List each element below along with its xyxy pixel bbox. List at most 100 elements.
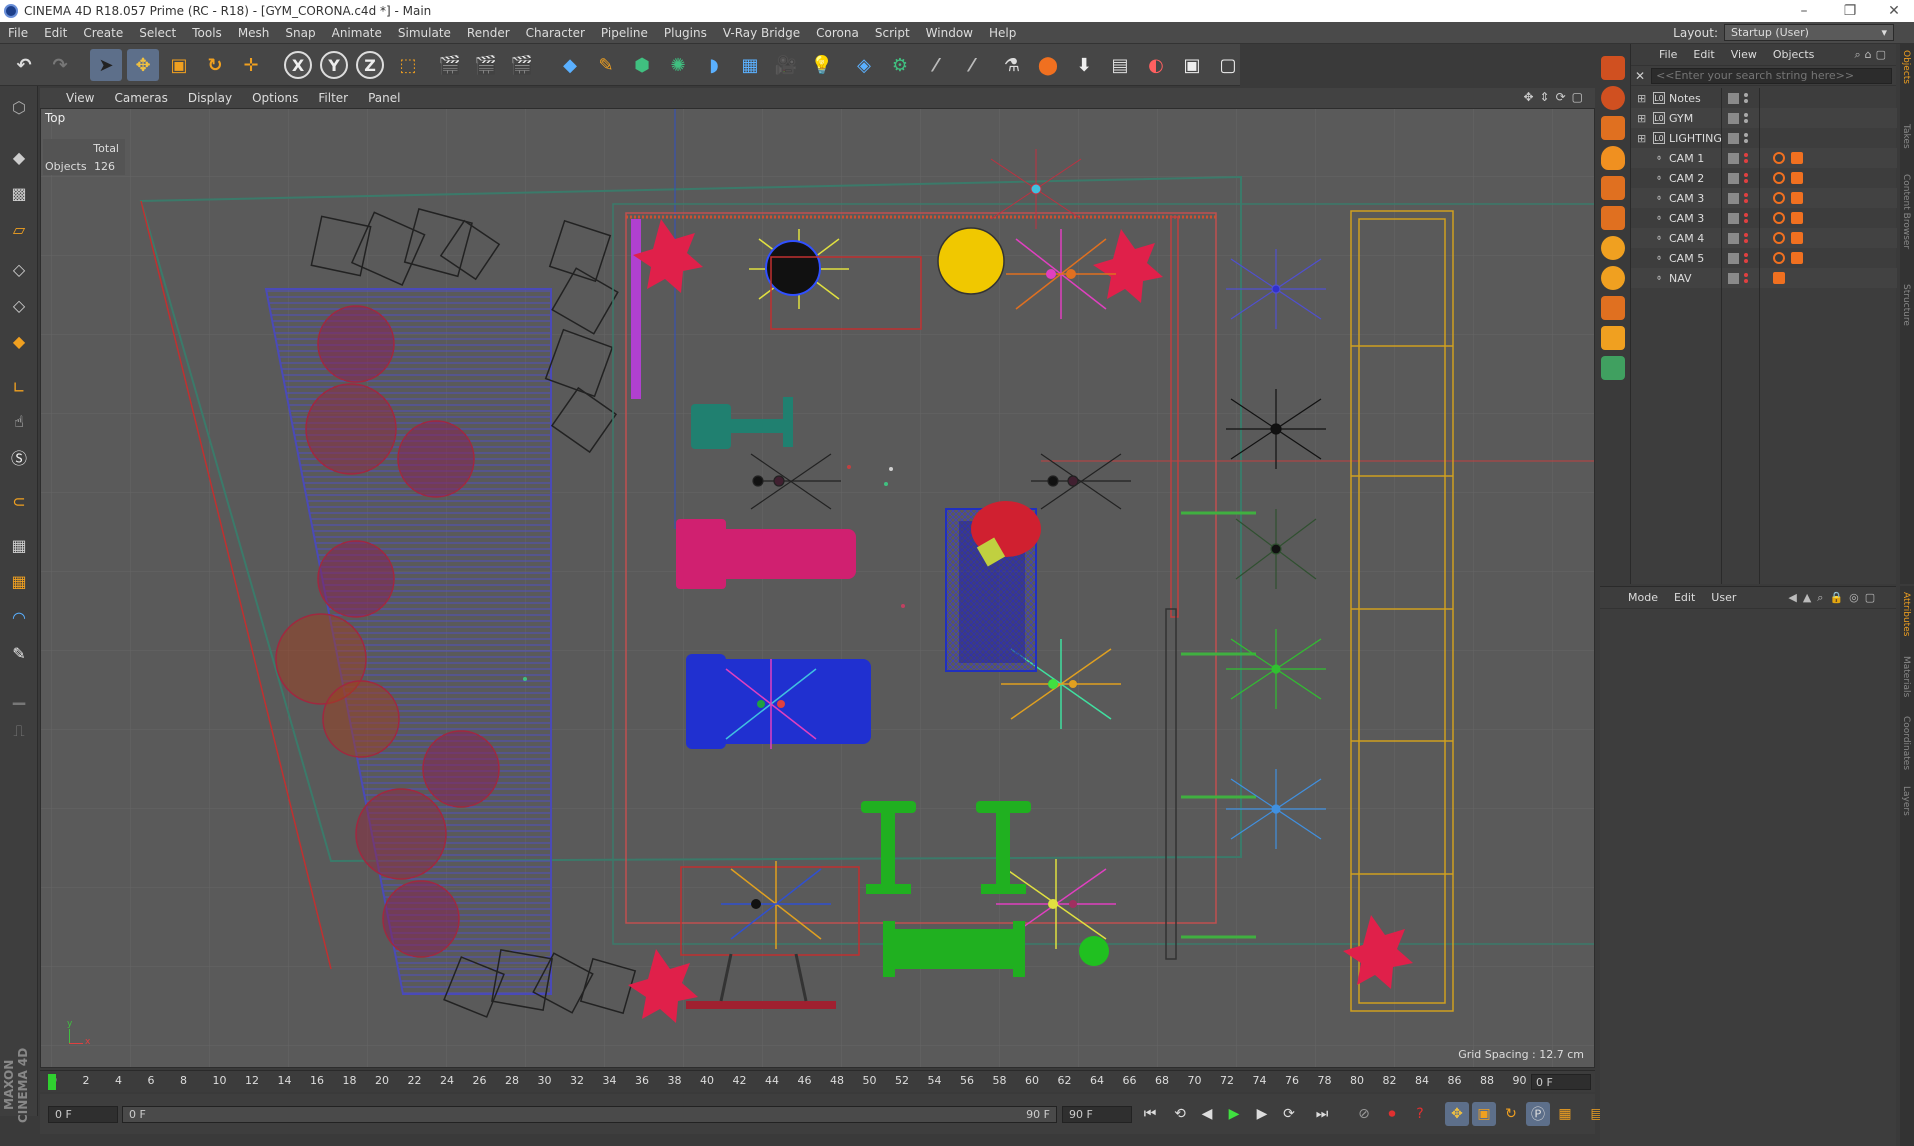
corona-camera-tag-icon[interactable]: [1791, 192, 1803, 204]
goto-end-icon[interactable]: ⏭: [1310, 1102, 1334, 1126]
tab-content-browser[interactable]: Content Browser: [1901, 174, 1911, 249]
om-menu-objects[interactable]: Objects: [1773, 48, 1815, 61]
sculpt-icon[interactable]: ◠: [3, 602, 35, 632]
visibility-dot-icon[interactable]: [1744, 233, 1748, 237]
visibility-dot-icon[interactable]: [1744, 139, 1748, 143]
am-menu-user[interactable]: User: [1711, 591, 1736, 604]
object-row[interactable]: ⌽ CAM 4: [1631, 228, 1897, 248]
timeline-ruler[interactable]: 0246810121416182022242628303234363840424…: [40, 1070, 1595, 1092]
key-scale-icon[interactable]: ▣: [1472, 1102, 1496, 1126]
viewport-camera-label[interactable]: Top: [45, 111, 65, 125]
layer-toggle-icon[interactable]: [1728, 92, 1739, 104]
corona-interactive-icon[interactable]: [1601, 86, 1625, 110]
expand-icon[interactable]: ⊞: [1637, 92, 1646, 105]
tag-icon[interactable]: [1773, 272, 1785, 284]
layer-toggle-icon[interactable]: [1728, 152, 1739, 164]
corona-render-icon[interactable]: ⬇: [1068, 49, 1100, 81]
object-row[interactable]: ⌽ CAM 3: [1631, 208, 1897, 228]
y-axis-lock-button[interactable]: Y: [320, 51, 348, 79]
vp-menu-options[interactable]: Options: [242, 91, 308, 105]
solo-mode-icon[interactable]: Ⓢ: [3, 442, 35, 472]
menu-window[interactable]: Window: [918, 26, 981, 40]
restore-icon[interactable]: ❐: [1830, 0, 1870, 22]
visibility-dot-icon[interactable]: [1744, 219, 1748, 223]
frame-range-slider[interactable]: 0 F 90 F: [122, 1106, 1057, 1123]
expand-icon[interactable]: ⊞: [1637, 112, 1646, 125]
corona-sky-icon[interactable]: [1601, 266, 1625, 290]
key-parameter-icon[interactable]: Ⓟ: [1526, 1102, 1550, 1126]
menu-pipeline[interactable]: Pipeline: [593, 26, 656, 40]
vp-menu-filter[interactable]: Filter: [308, 91, 358, 105]
disabled-tool-2-icon[interactable]: ⎍: [3, 716, 35, 746]
render-settings-icon[interactable]: 🎬: [506, 49, 538, 81]
object-search-input[interactable]: [1651, 67, 1892, 84]
tab-layers[interactable]: Layers: [1901, 786, 1911, 816]
object-row[interactable]: ⌽ CAM 3: [1631, 188, 1897, 208]
render-region-icon[interactable]: ▤: [1104, 49, 1136, 81]
visibility-dot-icon[interactable]: [1744, 239, 1748, 243]
visibility-dot-icon[interactable]: [1744, 179, 1748, 183]
layer-toggle-icon[interactable]: [1728, 232, 1739, 244]
coordinate-system-icon[interactable]: ⬚: [392, 49, 424, 81]
menu-script[interactable]: Script: [867, 26, 918, 40]
menu-snap[interactable]: Snap: [277, 26, 323, 40]
redo-icon[interactable]: ↷: [44, 49, 76, 81]
visibility-dot-icon[interactable]: [1744, 213, 1748, 217]
deformer-icon[interactable]: ◗: [698, 49, 730, 81]
floor-scene-icon[interactable]: ▦: [734, 49, 766, 81]
undo-icon[interactable]: ↶: [8, 49, 40, 81]
menu-corona[interactable]: Corona: [808, 26, 867, 40]
om-menu-file[interactable]: File: [1659, 48, 1677, 61]
am-nav-icons[interactable]: ◀▲⌕🔒◎▢: [1788, 591, 1881, 605]
recent-tools-icon[interactable]: ✛: [235, 49, 267, 81]
pan-icon[interactable]: ✥: [1523, 90, 1533, 104]
make-editable-icon[interactable]: ⬡: [3, 92, 35, 122]
object-row[interactable]: L0 ⊞ Notes: [1631, 88, 1897, 108]
camera-icon[interactable]: 🎥: [770, 49, 802, 81]
visibility-dot-icon[interactable]: [1744, 159, 1748, 163]
visibility-dot-icon[interactable]: [1744, 193, 1748, 197]
dolly-icon[interactable]: ⇕: [1540, 90, 1550, 104]
layer-toggle-icon[interactable]: [1728, 192, 1739, 204]
object-row[interactable]: L0 ⊞ GYM: [1631, 108, 1897, 128]
expand-icon[interactable]: ⊞: [1637, 132, 1646, 145]
menu-plugins[interactable]: Plugins: [656, 26, 715, 40]
disabled-tool-1-icon[interactable]: ▁: [3, 680, 35, 710]
vp-menu-view[interactable]: View: [40, 91, 104, 105]
model-mode-icon[interactable]: ◆: [3, 142, 35, 172]
picture-viewer-icon[interactable]: ▣: [1176, 49, 1208, 81]
corona-material-icon[interactable]: ⬤: [1032, 49, 1064, 81]
om-menu-edit[interactable]: Edit: [1693, 48, 1714, 61]
prev-frame-icon[interactable]: ◀: [1195, 1102, 1219, 1126]
corona-camera-icon[interactable]: [1601, 176, 1625, 200]
autokey-icon[interactable]: ?: [1408, 1102, 1432, 1126]
corona-render-icon[interactable]: [1601, 56, 1625, 80]
corona-camera-tag-icon[interactable]: [1791, 212, 1803, 224]
prev-key-icon[interactable]: ⟲: [1168, 1102, 1192, 1126]
maximize-view-icon[interactable]: ▢: [1572, 90, 1583, 104]
goto-start-icon[interactable]: ⏮: [1138, 1102, 1162, 1126]
x-axis-lock-button[interactable]: X: [284, 51, 312, 79]
mograph-cloner-icon[interactable]: ⚙: [884, 49, 916, 81]
menu-create[interactable]: Create: [75, 26, 131, 40]
protection-tag-icon[interactable]: [1773, 232, 1785, 244]
z-axis-lock-button[interactable]: Z: [356, 51, 384, 79]
protection-tag-icon[interactable]: [1773, 152, 1785, 164]
key-pla-icon[interactable]: ▦: [1553, 1102, 1577, 1126]
corona-camera-tag-icon[interactable]: [1791, 232, 1803, 244]
corona-camera-tag-icon[interactable]: [1791, 152, 1803, 164]
menu-edit[interactable]: Edit: [36, 26, 75, 40]
om-menu-view[interactable]: View: [1731, 48, 1757, 61]
texture-mode-icon[interactable]: ▩: [3, 178, 35, 208]
visibility-dot-icon[interactable]: [1744, 259, 1748, 263]
orbit-icon[interactable]: ⟳: [1556, 90, 1566, 104]
minimize-icon[interactable]: –: [1784, 0, 1824, 22]
visibility-dot-icon[interactable]: [1744, 99, 1748, 103]
visibility-dot-icon[interactable]: [1744, 153, 1748, 157]
corona-camera-tag-icon[interactable]: [1791, 172, 1803, 184]
workplane-icon[interactable]: ▱: [3, 214, 35, 244]
play-icon[interactable]: ▶: [1222, 1102, 1246, 1126]
axis-mode-icon[interactable]: ∟: [3, 372, 35, 402]
corona-volume-icon[interactable]: [1601, 296, 1625, 320]
visibility-dot-icon[interactable]: [1744, 273, 1748, 277]
